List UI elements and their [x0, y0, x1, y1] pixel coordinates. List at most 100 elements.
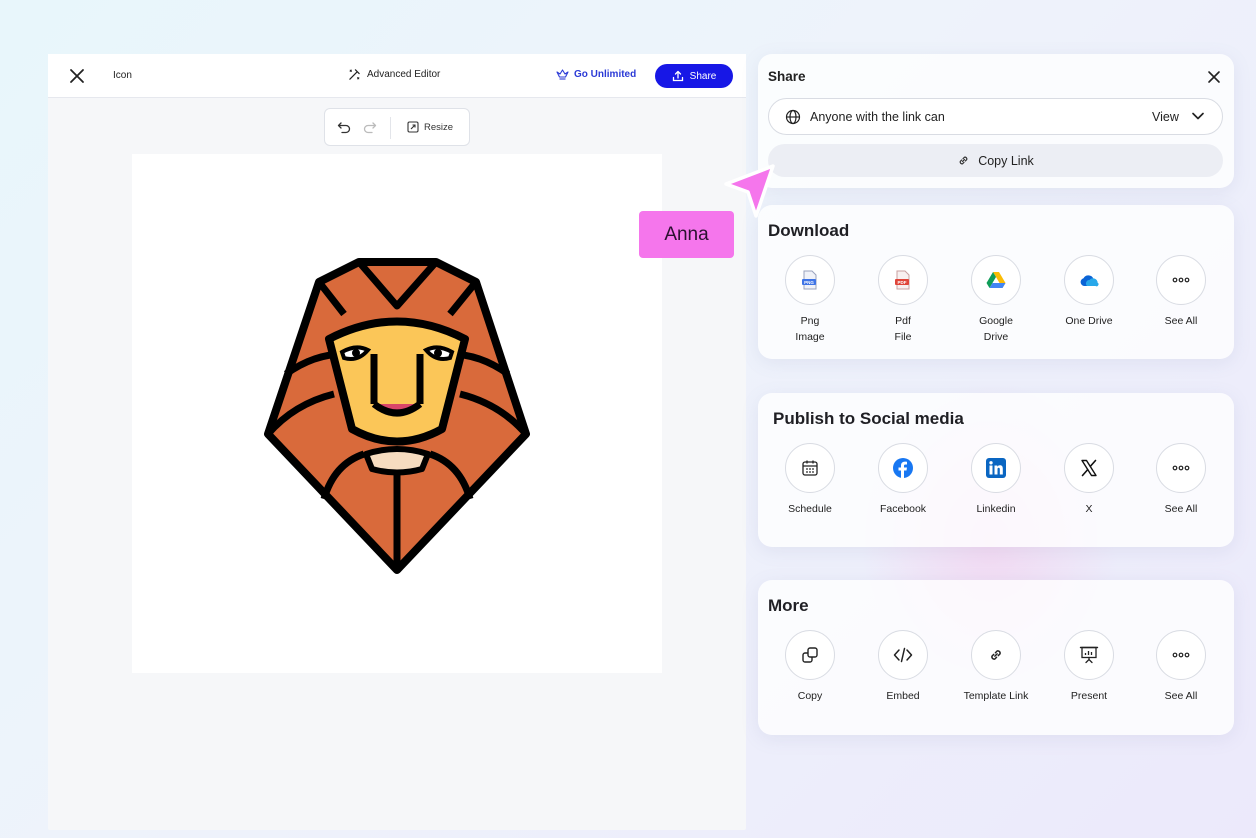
more-present-option[interactable]: Present — [1044, 630, 1134, 704]
option-label: Schedule — [788, 503, 832, 515]
social-linkedin-option[interactable]: Linkedin — [951, 443, 1041, 517]
more-icon — [1172, 465, 1190, 471]
linkedin-icon — [986, 458, 1006, 478]
option-circle[interactable] — [1064, 255, 1114, 305]
redo-icon[interactable] — [362, 120, 377, 134]
option-circle[interactable]: PDF — [878, 255, 928, 305]
option-label: Google Drive — [979, 315, 1013, 343]
magic-wand-icon — [349, 69, 360, 80]
more-copy-option[interactable]: Copy — [765, 630, 855, 704]
option-circle[interactable] — [785, 630, 835, 680]
resize-icon — [407, 121, 419, 133]
png-file-icon: PNG — [802, 270, 817, 290]
option-label: Facebook — [879, 503, 927, 515]
share-panel-title: Share — [768, 69, 806, 84]
upload-icon — [672, 70, 683, 82]
link-access-dropdown[interactable]: Anyone with the link can View — [768, 98, 1223, 135]
more-icon — [1172, 277, 1190, 283]
option-circle[interactable] — [878, 630, 928, 680]
option-label: Png Image — [795, 315, 825, 343]
option-label: X — [1085, 503, 1093, 515]
option-label: Template Link — [963, 690, 1029, 702]
option-label: See All — [1164, 503, 1198, 515]
option-circle[interactable] — [1156, 630, 1206, 680]
chevron-down-icon — [1192, 112, 1204, 120]
option-circle[interactable] — [971, 630, 1021, 680]
option-label: Pdf File — [894, 315, 912, 343]
link-icon — [991, 650, 1001, 660]
option-circle[interactable] — [785, 443, 835, 493]
copy-link-label: Copy Link — [978, 153, 1034, 168]
option-circle[interactable] — [1064, 630, 1114, 680]
option-label: Present — [1070, 690, 1108, 702]
share-button[interactable]: Share — [655, 64, 733, 88]
option-label: See All — [1164, 690, 1198, 702]
editor-header: Icon Advanced Editor Go Unlimited Share — [48, 54, 746, 98]
share-button-label: Share — [689, 70, 717, 82]
more-icon — [1172, 652, 1190, 658]
option-label: See All — [1164, 315, 1198, 327]
editor-area: Icon Advanced Editor Go Unlimited Share — [48, 54, 746, 830]
presentation-icon — [1079, 646, 1099, 664]
download-png-option[interactable]: PNG Png Image — [765, 255, 855, 345]
more-title: More — [768, 596, 809, 615]
x-icon — [1081, 459, 1097, 477]
undo-icon[interactable] — [337, 120, 352, 134]
more-embed-option[interactable]: Embed — [858, 630, 948, 704]
document-name[interactable]: Icon — [113, 70, 132, 81]
close-icon[interactable] — [68, 67, 86, 85]
share-panel: Share Anyone with the link can View Copy… — [758, 54, 1234, 188]
globe-icon — [785, 109, 801, 125]
more-panel: More Copy Embed Template Link Present Se… — [758, 580, 1234, 735]
more-template-link-option[interactable]: Template Link — [951, 630, 1041, 704]
option-label: Linkedin — [976, 503, 1016, 515]
download-google-drive-option[interactable]: Google Drive — [951, 255, 1041, 345]
crown-icon — [556, 69, 569, 80]
svg-text:PDF: PDF — [898, 280, 907, 285]
go-unlimited-link[interactable]: Go Unlimited — [556, 69, 636, 80]
download-see-all-option[interactable]: See All — [1136, 255, 1226, 329]
go-unlimited-label: Go Unlimited — [574, 69, 637, 80]
lion-head-graphic[interactable] — [264, 254, 530, 574]
link-icon — [959, 156, 968, 165]
onedrive-icon — [1080, 274, 1099, 286]
resize-button[interactable]: Resize — [407, 121, 453, 133]
option-circle[interactable] — [1064, 443, 1114, 493]
copy-icon — [802, 647, 818, 663]
close-icon[interactable] — [1206, 69, 1222, 85]
option-label: Copy — [797, 690, 823, 702]
collaborator-name: Anna — [664, 223, 709, 245]
more-see-all-option[interactable]: See All — [1136, 630, 1226, 704]
resize-label: Resize — [424, 121, 454, 133]
social-facebook-option[interactable]: Facebook — [858, 443, 948, 517]
copy-link-button[interactable]: Copy Link — [768, 144, 1223, 177]
social-title: Publish to Social media — [773, 409, 964, 428]
design-canvas[interactable] — [132, 154, 662, 673]
download-title: Download — [768, 221, 850, 240]
option-label: Embed — [886, 690, 920, 702]
download-pdf-option[interactable]: PDF Pdf File — [858, 255, 948, 345]
social-schedule-option[interactable]: Schedule — [765, 443, 855, 517]
option-circle[interactable] — [971, 255, 1021, 305]
pdf-file-icon: PDF — [895, 270, 910, 290]
option-circle[interactable] — [1156, 255, 1206, 305]
calendar-icon — [802, 460, 818, 476]
advanced-editor-button[interactable]: Advanced Editor — [348, 68, 440, 81]
download-panel: Download PNG Png Image PDF Pdf File Goog… — [758, 205, 1234, 359]
social-x-option[interactable]: X — [1044, 443, 1134, 517]
option-circle[interactable]: PNG — [785, 255, 835, 305]
collaborator-name-tag: Anna — [639, 211, 734, 258]
option-label: One Drive — [1065, 315, 1113, 327]
facebook-icon — [893, 458, 913, 478]
link-access-text: Anyone with the link can — [810, 110, 945, 124]
social-panel: Publish to Social media Schedule Faceboo… — [758, 393, 1234, 547]
social-see-all-option[interactable]: See All — [1136, 443, 1226, 517]
link-access-value: View — [1152, 110, 1179, 124]
canvas-toolbar: Resize — [324, 108, 470, 146]
option-circle[interactable] — [971, 443, 1021, 493]
option-circle[interactable] — [878, 443, 928, 493]
download-onedrive-option[interactable]: One Drive — [1044, 255, 1134, 329]
code-icon — [893, 647, 913, 663]
option-circle[interactable] — [1156, 443, 1206, 493]
svg-text:PNG: PNG — [804, 280, 814, 285]
